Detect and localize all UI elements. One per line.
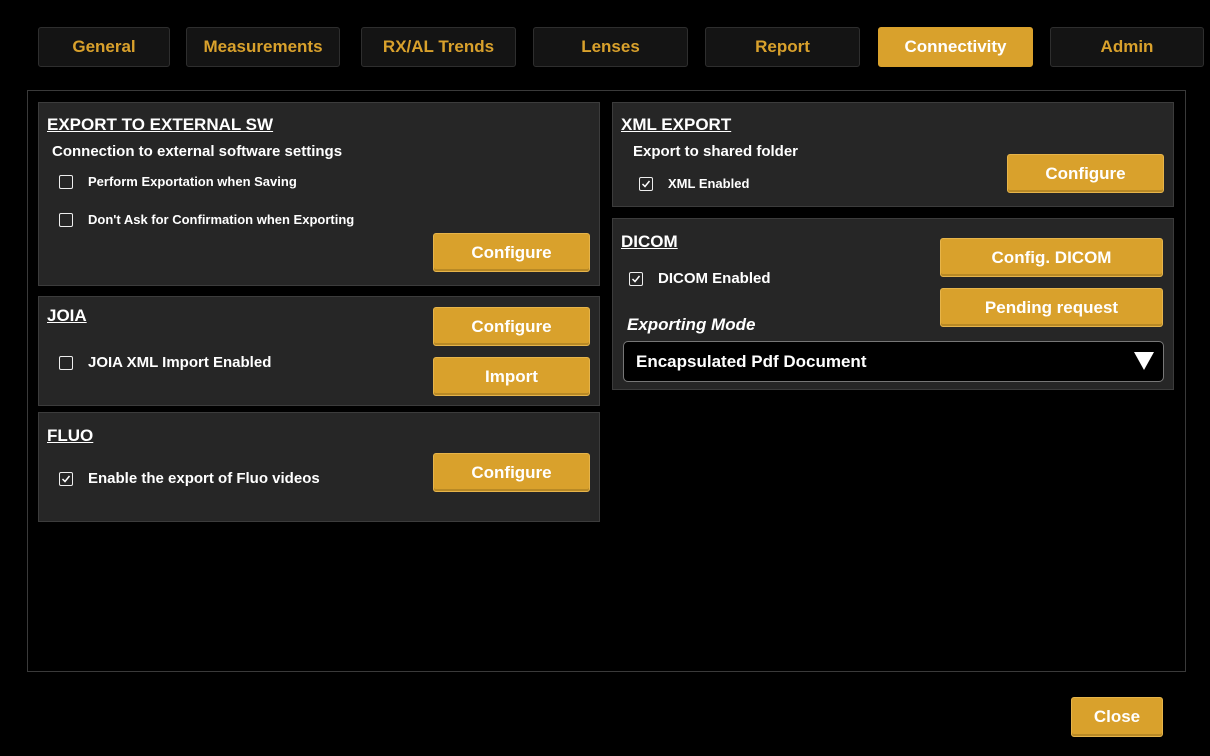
checkmark-icon <box>61 475 71 483</box>
fluo-export-checkbox-row[interactable]: Enable the export of Fluo videos <box>59 470 320 487</box>
fluo-panel: FLUO Enable the export of Fluo videos Co… <box>38 412 600 522</box>
fluo-title: FLUO <box>47 426 94 445</box>
exporting-mode-select[interactable]: Encapsulated Pdf Document <box>623 341 1164 382</box>
checkbox-icon[interactable] <box>639 176 653 191</box>
tab-rx-al-trends[interactable]: RX/AL Trends <box>361 27 516 67</box>
perform-export-checkbox-row[interactable]: Perform Exportation when Saving <box>59 174 297 189</box>
tab-report[interactable]: Report <box>705 27 860 67</box>
exporting-mode-value: Encapsulated Pdf Document <box>636 351 867 371</box>
joia-import-label: JOIA XML Import Enabled <box>88 354 272 371</box>
checkmark-icon <box>631 275 641 283</box>
tab-admin[interactable]: Admin <box>1050 27 1204 67</box>
joia-title: JOIA <box>47 306 87 325</box>
export-external-configure-button[interactable]: Configure <box>433 233 590 272</box>
pending-request-button[interactable]: Pending request <box>940 288 1163 327</box>
export-external-subtitle: Connection to external software settings <box>52 143 343 160</box>
checkbox-icon[interactable] <box>629 271 643 286</box>
no-confirm-checkbox-row[interactable]: Don't Ask for Confirmation when Exportin… <box>59 212 354 227</box>
xml-enabled-checkbox-row[interactable]: XML Enabled <box>639 176 749 191</box>
tab-general[interactable]: General <box>38 27 170 67</box>
tab-lenses[interactable]: Lenses <box>533 27 688 67</box>
close-button[interactable]: Close <box>1071 697 1163 737</box>
checkbox-icon[interactable] <box>59 174 73 189</box>
joia-configure-button[interactable]: Configure <box>433 307 590 346</box>
xml-export-subtitle: Export to shared folder <box>633 143 799 160</box>
fluo-export-label: Enable the export of Fluo videos <box>88 470 320 487</box>
xml-export-title: XML EXPORT <box>621 115 732 134</box>
dicom-enabled-checkbox-row[interactable]: DICOM Enabled <box>629 270 771 287</box>
xml-export-panel: XML EXPORT Export to shared folder XML E… <box>612 102 1174 207</box>
joia-import-button[interactable]: Import <box>433 357 590 396</box>
tab-measurements[interactable]: Measurements <box>186 27 340 67</box>
no-confirm-label: Don't Ask for Confirmation when Exportin… <box>88 212 355 227</box>
joia-import-checkbox-row[interactable]: JOIA XML Import Enabled <box>59 354 271 371</box>
tab-connectivity[interactable]: Connectivity <box>878 27 1033 67</box>
dicom-enabled-label: DICOM Enabled <box>658 270 771 287</box>
config-dicom-button[interactable]: Config. DICOM <box>940 238 1163 277</box>
exporting-mode-label: Exporting Mode <box>627 315 756 334</box>
dicom-title: DICOM <box>621 232 678 251</box>
dicom-panel: DICOM DICOM Enabled Config. DICOM Pendin… <box>612 218 1174 390</box>
export-external-panel: EXPORT TO EXTERNAL SW Connection to exte… <box>38 102 600 286</box>
export-external-title: EXPORT TO EXTERNAL SW <box>47 115 274 134</box>
xml-enabled-label: XML Enabled <box>668 176 750 191</box>
checkmark-icon <box>641 180 651 188</box>
checkbox-icon[interactable] <box>59 355 73 370</box>
checkbox-icon[interactable] <box>59 471 73 486</box>
perform-export-label: Perform Exportation when Saving <box>88 174 297 189</box>
fluo-configure-button[interactable]: Configure <box>433 453 590 492</box>
triangle-down-icon[interactable] <box>1133 351 1155 371</box>
joia-panel: JOIA JOIA XML Import Enabled Configure I… <box>38 296 600 406</box>
checkbox-icon[interactable] <box>59 212 73 227</box>
xml-configure-button[interactable]: Configure <box>1007 154 1164 193</box>
